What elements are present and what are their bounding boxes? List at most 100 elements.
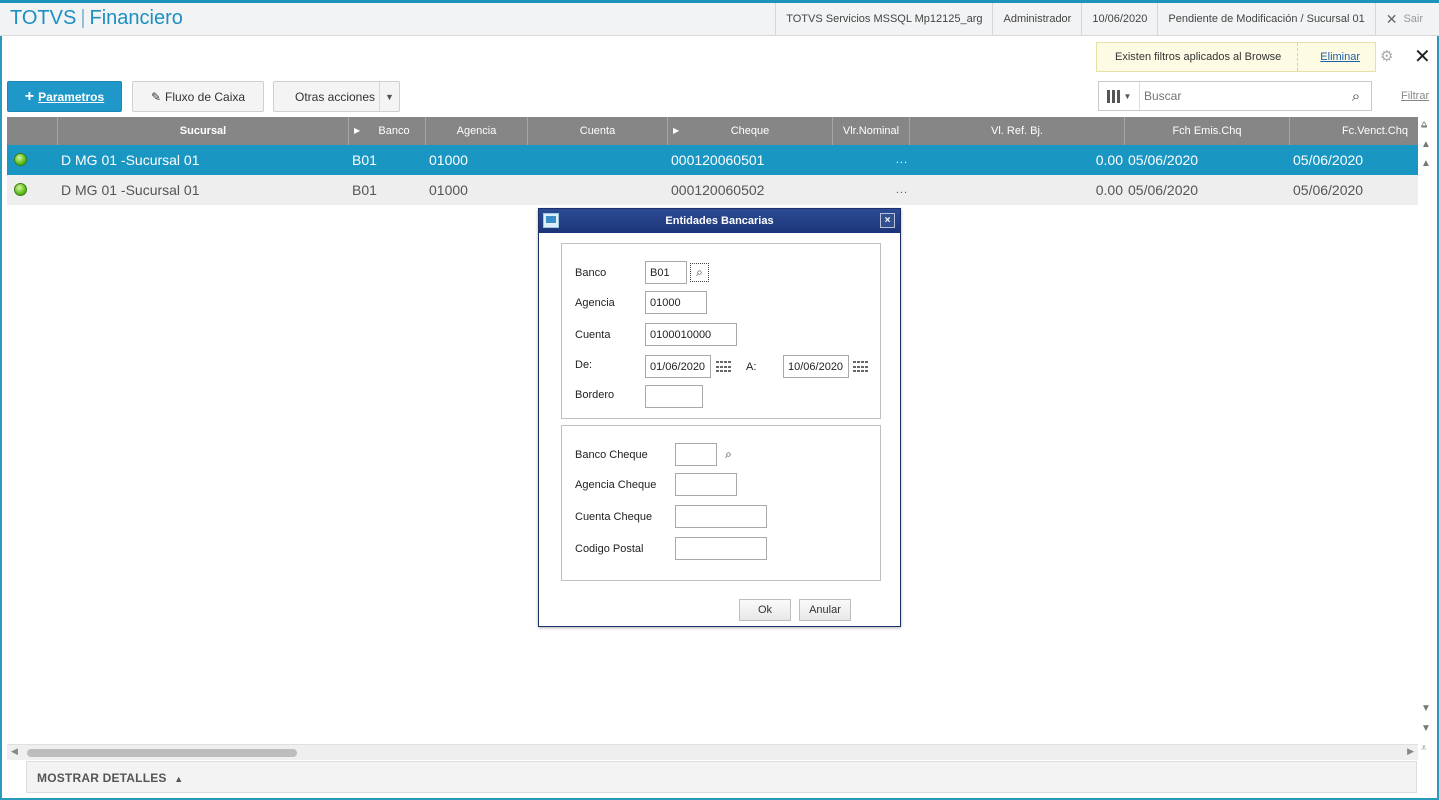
label-cuenta: Cuenta (575, 329, 611, 341)
browse-grid: Sucursal ▶ Banco Agencia Cuenta ▶ Cheque V… (7, 117, 1418, 205)
scroll-up-step-icon[interactable]: ▲ (1421, 158, 1431, 169)
column-header-vlr-nominal[interactable]: Vlr.Nominal (833, 117, 910, 145)
server-name: TOTVS Servicios MSSQL Mp12125_arg (775, 3, 992, 36)
search-input[interactable] (1140, 83, 1341, 109)
cell-cheque: 000120060501 (671, 152, 765, 168)
filter-notice-message: Existen filtros aplicados al Browse (1097, 43, 1299, 71)
table-row[interactable]: D MG 01 -Sucursal 01 B01 01000 000120060… (7, 145, 1418, 175)
close-icon: ✕ (1385, 11, 1398, 27)
label-a: A: (746, 361, 757, 373)
ok-button[interactable]: Ok (739, 599, 791, 621)
calendar-icon[interactable] (716, 361, 732, 374)
column-header-vl-ref-bj[interactable]: Vl. Ref. Bj. (910, 117, 1125, 145)
scroll-down-step-icon[interactable]: ▼ (1421, 723, 1431, 734)
plus-icon: + (24, 87, 35, 105)
triangle-right-icon: ▶ (354, 126, 361, 135)
agencia-field[interactable] (645, 291, 707, 314)
chevron-down-icon: ▼ (379, 82, 399, 111)
cell-vl-ref-bj: 0.00 (1095, 152, 1123, 168)
cell-banco: B01 (352, 152, 377, 168)
column-header-sucursal[interactable]: Sucursal (58, 117, 349, 145)
cancel-button[interactable]: Anular (799, 599, 851, 621)
bordero-field[interactable] (645, 385, 703, 408)
column-header-banco[interactable]: ▶ Banco (349, 117, 426, 145)
gear-icon[interactable]: ⚙ (1380, 47, 1393, 65)
scroll-down-icon[interactable]: ▼ (1421, 703, 1431, 714)
cell-sucursal: D MG 01 -Sucursal 01 (61, 182, 200, 198)
cuenta-cheque-field[interactable] (675, 505, 767, 528)
banco-cheque-field[interactable] (675, 443, 717, 466)
label-de: De: (575, 359, 593, 371)
filtrar-link[interactable]: Filtrar (1401, 90, 1429, 102)
otras-acciones-button[interactable]: Otras acciones ▼ (273, 81, 400, 112)
label-banco-cheque: Banco Cheque (575, 449, 648, 461)
filter-notice: Existen filtros aplicados al Browse Elim… (1096, 42, 1376, 72)
column-header-fch-emis[interactable]: Fch Emis.Chq (1125, 117, 1290, 145)
triangle-right-icon: ▶ (673, 126, 680, 135)
cell-sucursal: D MG 01 -Sucursal 01 (61, 152, 200, 168)
label-banco: Banco (575, 267, 607, 279)
scroll-left-icon[interactable]: ◀ (11, 746, 18, 757)
parametros-button[interactable]: + Parametros (7, 81, 122, 112)
entidades-bancarias-dialog: Entidades Bancarias × Banco ⌕ Agencia Cu… (538, 208, 901, 627)
calendar-icon[interactable] (853, 361, 869, 374)
cuenta-field[interactable] (645, 323, 737, 346)
green-status-icon (14, 153, 27, 166)
date-from-field[interactable] (645, 355, 711, 378)
cell-cheque: 000120060502 (671, 182, 765, 198)
cell-vl-ref-bj: 0.00 (1095, 182, 1123, 198)
scroll-right-icon[interactable]: ▶ (1407, 746, 1414, 757)
details-label: MOSTRAR DETALLES ▲ (37, 771, 184, 785)
search-icon[interactable]: ⌕ (1341, 88, 1371, 105)
vertical-scrollbar[interactable]: ⩠ ▲ ▲ ▼ ▼ ⩡ (1418, 117, 1435, 760)
fluxo-caixa-button[interactable]: ✎ Fluxo de Caixa (132, 81, 264, 112)
horizontal-scrollbar[interactable]: ◀ ▶ (7, 744, 1418, 760)
column-selector[interactable]: ▼ (1099, 82, 1140, 110)
remove-filters-link[interactable]: Eliminar (1298, 51, 1360, 63)
window-app-icon (543, 213, 559, 228)
column-header-cuenta[interactable]: Cuenta (528, 117, 668, 145)
cell-agencia: 01000 (429, 182, 468, 198)
banco-field[interactable] (645, 261, 687, 284)
grid-header: Sucursal ▶ Banco Agencia Cuenta ▶ Cheque V… (7, 117, 1418, 145)
codigo-postal-field[interactable] (675, 537, 767, 560)
table-row[interactable]: D MG 01 -Sucursal 01 B01 01000 000120060… (7, 175, 1418, 205)
dialog-title: Entidades Bancarias (665, 215, 774, 227)
caret-up-icon: ▲ (174, 774, 184, 784)
status-cell (7, 145, 58, 175)
scroll-top-icon[interactable]: ⩠ (1421, 119, 1427, 130)
date-to-field[interactable] (783, 355, 849, 378)
cell-fch-emis: 05/06/2020 (1128, 182, 1199, 198)
cheque-filter-group: Banco Cheque ⌕ Agencia Cheque Cuenta Che… (561, 425, 881, 581)
column-header-agencia[interactable]: Agencia (426, 117, 528, 145)
cell-fch-emis: 05/06/2020 (1128, 152, 1199, 168)
brand-name: TOTVS (10, 7, 77, 29)
exit-label: Sair (1403, 13, 1423, 25)
status-text: Pendiente de Modificación / Sucursal 01 (1157, 3, 1374, 36)
cell-fc-venct: 05/06/2020 (1293, 152, 1364, 168)
search-icon[interactable]: ⌕ (690, 263, 709, 282)
close-icon[interactable]: × (880, 213, 895, 228)
label-agencia: Agencia (575, 297, 615, 309)
scrollbar-thumb[interactable] (27, 749, 297, 757)
otras-acciones-label: Otras acciones (295, 89, 376, 104)
label-codigo-postal: Codigo Postal (575, 543, 644, 555)
status-column-header (7, 117, 58, 145)
cell-fc-venct: 05/06/2020 (1293, 182, 1364, 198)
green-status-icon (14, 183, 27, 196)
fluxo-caixa-label: Fluxo de Caixa (165, 89, 246, 104)
column-header-fc-venct[interactable]: Fc.Venct.Chq (1290, 117, 1418, 145)
cell-agencia: 01000 (429, 152, 468, 168)
search-icon[interactable]: ⌕ (719, 445, 738, 464)
details-panel-toggle[interactable]: MOSTRAR DETALLES ▲ (26, 761, 1417, 793)
column-header-cheque[interactable]: ▶ Cheque (668, 117, 833, 145)
cell-vlr-nominal: ... (895, 184, 908, 196)
exit-button[interactable]: ✕ Sair (1374, 3, 1439, 36)
cell-vlr-nominal: ... (895, 154, 908, 166)
agencia-cheque-field[interactable] (675, 473, 737, 496)
scroll-up-icon[interactable]: ▲ (1421, 139, 1431, 150)
module-name: Financiero (89, 7, 183, 29)
scroll-bottom-icon[interactable]: ⩡ (1421, 743, 1427, 754)
close-icon[interactable]: ✕ (1414, 44, 1431, 69)
dialog-title-bar[interactable]: Entidades Bancarias × (539, 209, 900, 233)
